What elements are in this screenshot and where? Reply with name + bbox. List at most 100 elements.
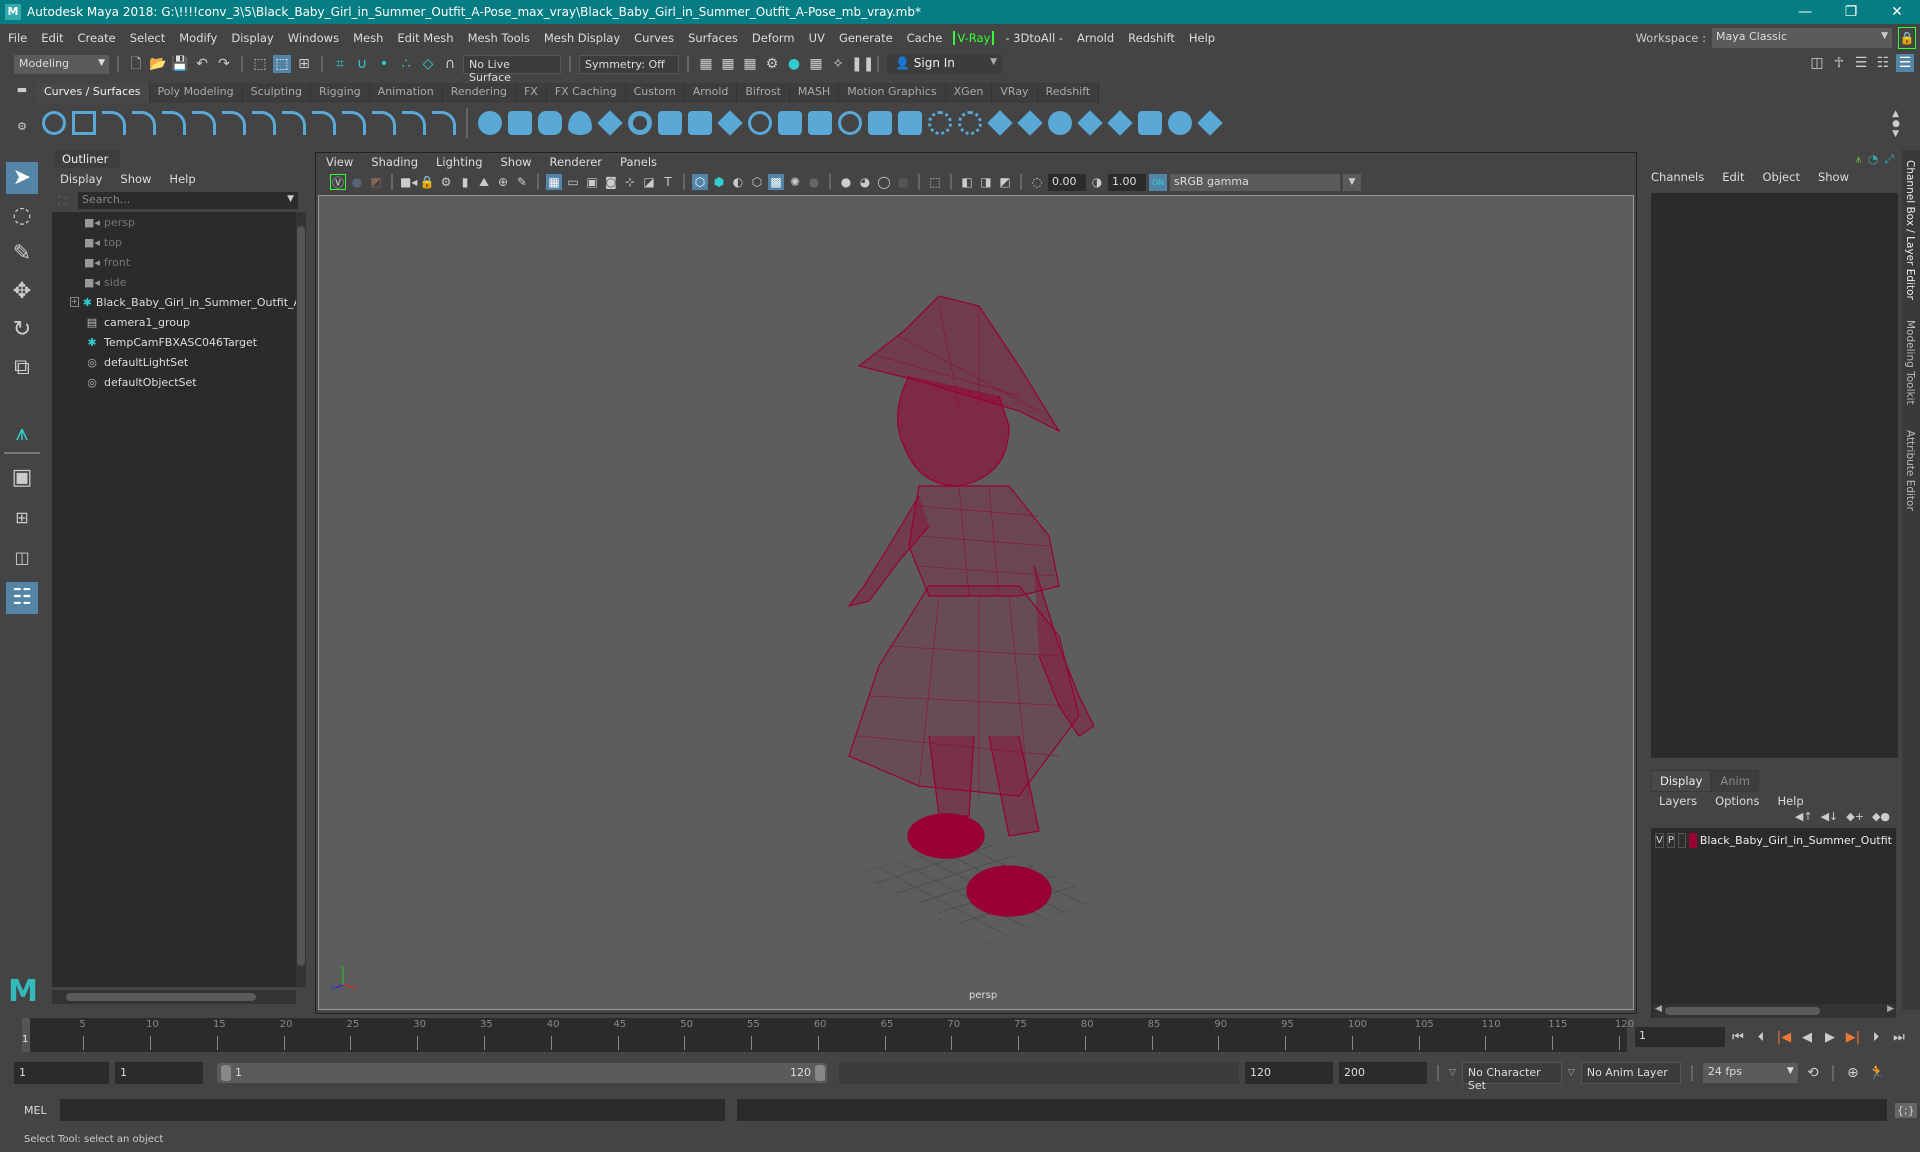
shadows-icon[interactable]: ●: [806, 174, 822, 190]
layer-row[interactable]: V P Black_Baby_Girl_in_Summer_Outfit: [1651, 828, 1896, 853]
use-all-lights-icon[interactable]: ✺: [787, 174, 803, 190]
channel-menu-show[interactable]: Show: [1818, 170, 1849, 184]
shelf-settings-icon[interactable]: ⚙: [14, 120, 30, 133]
scroll-thumb[interactable]: [1665, 1007, 1820, 1015]
smooth-shade-icon[interactable]: ⬢: [711, 174, 727, 190]
menu-3dtoall[interactable]: - 3DtoAll -: [998, 31, 1070, 45]
untrim-icon[interactable]: [958, 111, 982, 135]
nurbs-cube-icon[interactable]: [508, 111, 532, 135]
minimize-button[interactable]: —: [1782, 0, 1828, 24]
move-layer-down-icon[interactable]: ◀↓: [1821, 810, 1839, 823]
shelf-tab-rigging[interactable]: Rigging: [310, 83, 370, 103]
soft-modification-icon[interactable]: ⩚: [6, 418, 38, 450]
2d-pan-zoom-icon[interactable]: ⊕: [495, 174, 511, 190]
shelf-tab-curves-surfaces[interactable]: Curves / Surfaces: [36, 83, 150, 103]
exposure-field[interactable]: 0.00: [1048, 173, 1086, 191]
menu-cache[interactable]: Cache: [900, 31, 950, 45]
extend-curve-icon[interactable]: [372, 111, 396, 135]
channel-menu-edit[interactable]: Edit: [1722, 170, 1744, 184]
rotate-tool-icon[interactable]: ↻: [6, 314, 38, 346]
isolate-select-icon[interactable]: ⬚: [927, 174, 943, 190]
manipulator-icon[interactable]: ⩚: [1855, 152, 1862, 167]
move-tool-icon[interactable]: ✥: [6, 276, 38, 308]
snap-grid-icon[interactable]: ⌗: [331, 55, 349, 73]
menu-redshift[interactable]: Redshift: [1121, 31, 1182, 45]
render-settings-icon[interactable]: ⚙: [763, 55, 781, 73]
detach-curve-icon[interactable]: [432, 111, 456, 135]
menu-curves[interactable]: Curves: [627, 31, 681, 45]
layer-horizontal-scrollbar[interactable]: ◀ ▶: [1653, 1004, 1896, 1018]
redo-icon[interactable]: ↷: [215, 55, 233, 73]
chevron-down-icon[interactable]: ▽: [1449, 1068, 1456, 1078]
lock-icon[interactable]: 🔒: [1898, 27, 1916, 49]
command-language-label[interactable]: MEL: [24, 1104, 52, 1117]
hypershade-icon[interactable]: ●: [785, 55, 803, 73]
image-plane-icon[interactable]: ⛰: [476, 174, 492, 190]
project-curve-icon[interactable]: [898, 111, 922, 135]
outliner-item-top[interactable]: ■◂ top: [52, 232, 296, 252]
shelf-tab-redshift[interactable]: Redshift: [1037, 83, 1100, 103]
step-back-key-icon[interactable]: |◀: [1774, 1030, 1794, 1045]
command-input[interactable]: [60, 1099, 725, 1121]
layer-visibility-toggle[interactable]: V: [1655, 833, 1664, 848]
channel-menu-channels[interactable]: Channels: [1651, 170, 1704, 184]
new-layer-icon[interactable]: ◆+: [1846, 810, 1864, 823]
extend-surface-icon[interactable]: [1107, 110, 1133, 136]
viewport-menu-view[interactable]: View: [326, 155, 353, 169]
viewport-menu-shading[interactable]: Shading: [371, 155, 418, 169]
nurbs-square-icon[interactable]: [72, 111, 96, 135]
outliner-vertical-scrollbar[interactable]: [296, 212, 306, 987]
animation-start-field[interactable]: 1: [14, 1062, 109, 1084]
shelf-tab-rendering[interactable]: Rendering: [442, 83, 516, 103]
detach-surfaces-icon[interactable]: [1048, 111, 1072, 135]
chevron-down-icon[interactable]: ▽: [1568, 1068, 1575, 1078]
grease-pencil-icon[interactable]: ✎: [514, 174, 530, 190]
animation-preferences-icon[interactable]: 🏃: [1868, 1064, 1886, 1082]
viewport-menu-lighting[interactable]: Lighting: [436, 155, 482, 169]
outliner-search-input[interactable]: Search...: [78, 192, 298, 209]
layer-menu-layers[interactable]: Layers: [1659, 794, 1697, 808]
two-pane-layout-icon[interactable]: ◫: [6, 542, 38, 574]
color-management-toggle[interactable]: ON: [1149, 173, 1167, 191]
go-to-end-icon[interactable]: ⏭: [1889, 1030, 1909, 1045]
rebuild-curve-icon[interactable]: [342, 111, 366, 135]
outliner-item-default-object-set[interactable]: ◎ defaultObjectSet: [52, 372, 296, 392]
menu-select[interactable]: Select: [123, 31, 172, 45]
wireframe-icon[interactable]: ⬡: [692, 174, 708, 190]
nurbs-circle-icon[interactable]: [42, 111, 66, 135]
motion-blur-icon[interactable]: ◕: [857, 174, 873, 190]
shelf-tab-xgen[interactable]: XGen: [945, 83, 993, 103]
outliner-menu-help[interactable]: Help: [169, 172, 195, 186]
playback-start-field[interactable]: 1: [115, 1062, 203, 1084]
open-scene-icon[interactable]: 📂: [149, 55, 167, 73]
select-camera-icon[interactable]: ■◂: [400, 174, 417, 190]
scroll-thumb[interactable]: [297, 226, 305, 966]
outliner-horizontal-scrollbar[interactable]: [52, 990, 296, 1004]
anim-layer-dropdown[interactable]: No Anim Layer: [1580, 1062, 1681, 1084]
planar-icon[interactable]: [717, 110, 743, 136]
layer-playback-toggle[interactable]: P: [1666, 833, 1676, 848]
fps-dropdown[interactable]: 24 fps ▼: [1702, 1063, 1798, 1083]
nurbs-plane-icon[interactable]: [597, 110, 623, 136]
current-frame-marker[interactable]: 1: [22, 1018, 30, 1052]
playback-end-field[interactable]: 120: [1245, 1062, 1333, 1084]
vray-render-icon[interactable]: ●: [349, 174, 365, 190]
layer-menu-options[interactable]: Options: [1715, 794, 1759, 808]
menu-modify[interactable]: Modify: [172, 31, 224, 45]
speed-icon[interactable]: ◔: [1868, 152, 1878, 167]
insert-knot-icon[interactable]: [402, 111, 426, 135]
boundary-icon[interactable]: [838, 111, 862, 135]
move-layer-up-icon[interactable]: ◀↑: [1795, 810, 1813, 823]
viewport-menu-show[interactable]: Show: [501, 155, 532, 169]
snap-live-icon[interactable]: ◇: [419, 55, 437, 73]
character-controls-icon[interactable]: ☥: [1830, 54, 1848, 72]
tab-modeling-toolkit[interactable]: Modeling Toolkit: [1904, 320, 1916, 405]
select-object-icon[interactable]: ⬚: [273, 55, 291, 73]
wireframe-on-shaded-icon[interactable]: ⬡: [749, 174, 765, 190]
cut-curve-icon[interactable]: [252, 111, 276, 135]
anti-aliasing-icon[interactable]: ◯: [876, 174, 892, 190]
scroll-thumb[interactable]: [66, 993, 256, 1001]
time-slider[interactable]: 1 5 10 15 20 25 30 35 40 45 50 55 60 65 70 75 80 85 90 95 1…: [22, 1018, 1634, 1052]
vray-toggle-icon[interactable]: Ⓥ: [330, 174, 346, 190]
menu-display[interactable]: Display: [224, 31, 280, 45]
